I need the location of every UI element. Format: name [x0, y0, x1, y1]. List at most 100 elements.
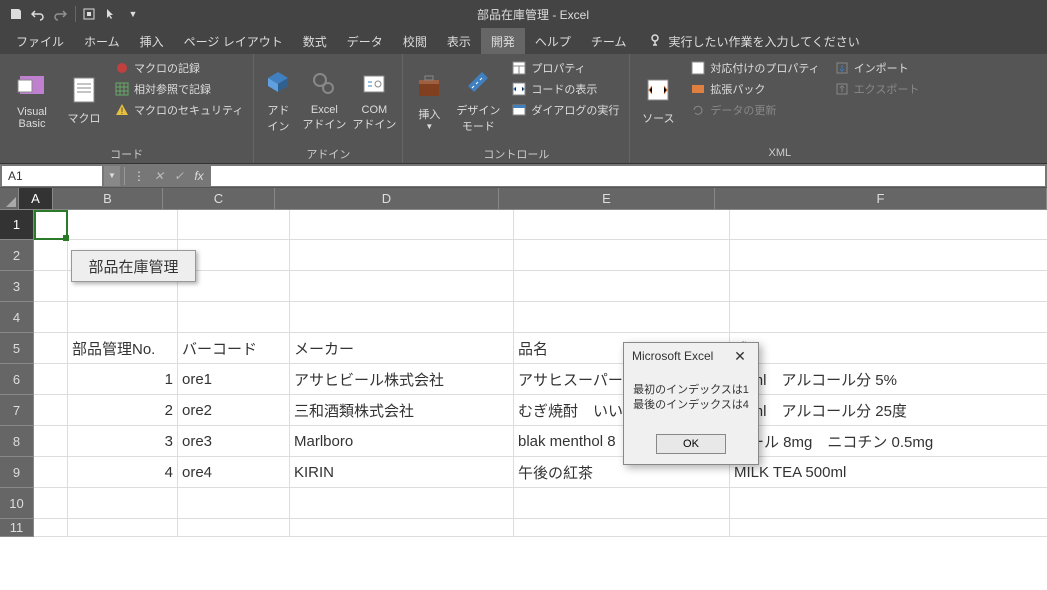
- cell[interactable]: [68, 519, 178, 537]
- row-header-5[interactable]: 5: [0, 333, 34, 364]
- cell[interactable]: KIRIN: [290, 457, 514, 488]
- com-addin-button[interactable]: COM アドイン: [350, 56, 398, 144]
- cell[interactable]: [514, 240, 730, 271]
- cell[interactable]: タール 8mg ニコチン 0.5mg: [730, 426, 1047, 457]
- close-icon[interactable]: ✕: [730, 346, 750, 366]
- cell[interactable]: ore1: [178, 364, 290, 395]
- cell[interactable]: [514, 271, 730, 302]
- cell[interactable]: [514, 488, 730, 519]
- row-header-10[interactable]: 10: [0, 488, 34, 519]
- cell[interactable]: [290, 210, 514, 240]
- cell[interactable]: ore4: [178, 457, 290, 488]
- insert-control-button[interactable]: 挿入▼: [407, 56, 451, 144]
- cell[interactable]: [34, 395, 68, 426]
- col-header-B[interactable]: B: [53, 188, 163, 210]
- cell[interactable]: アサヒビール株式会社: [290, 364, 514, 395]
- cell[interactable]: [730, 271, 1047, 302]
- tab-数式[interactable]: 数式: [293, 28, 337, 54]
- cell[interactable]: [730, 302, 1047, 333]
- qat-dropdown-icon[interactable]: ▼: [123, 4, 143, 24]
- cell[interactable]: [178, 519, 290, 537]
- cell[interactable]: 2: [68, 395, 178, 426]
- cell[interactable]: [514, 302, 730, 333]
- row-header-11[interactable]: 11: [0, 519, 34, 537]
- cell[interactable]: 三和酒類株式会社: [290, 395, 514, 426]
- cell[interactable]: 部品管理No.: [68, 333, 178, 364]
- cell[interactable]: メーカー: [290, 333, 514, 364]
- touch-mode-icon[interactable]: [79, 4, 99, 24]
- cell[interactable]: [34, 271, 68, 302]
- tab-チーム[interactable]: チーム: [581, 28, 637, 54]
- cell[interactable]: 3: [68, 426, 178, 457]
- cell[interactable]: [34, 364, 68, 395]
- cell[interactable]: [178, 488, 290, 519]
- cell[interactable]: [34, 488, 68, 519]
- cell[interactable]: [730, 519, 1047, 537]
- row-header-1[interactable]: 1: [0, 210, 34, 240]
- row-header-7[interactable]: 7: [0, 395, 34, 426]
- cancel-formula-icon[interactable]: ✕: [149, 166, 169, 186]
- col-header-C[interactable]: C: [163, 188, 275, 210]
- formula-input[interactable]: [211, 166, 1045, 186]
- addin-button[interactable]: アド イン: [258, 56, 298, 144]
- cell[interactable]: バーコード: [178, 333, 290, 364]
- row-header-4[interactable]: 4: [0, 302, 34, 333]
- undo-icon[interactable]: [28, 4, 48, 24]
- source-button[interactable]: ソース: [634, 56, 682, 144]
- name-box-dropdown[interactable]: ▼: [104, 166, 120, 186]
- redo-icon[interactable]: [50, 4, 70, 24]
- row-header-9[interactable]: 9: [0, 457, 34, 488]
- cell[interactable]: [68, 210, 178, 240]
- select-all-corner[interactable]: [0, 188, 19, 210]
- cell[interactable]: 00ml アルコール分 5%: [730, 364, 1047, 395]
- cell[interactable]: 4: [68, 457, 178, 488]
- cell[interactable]: [730, 210, 1047, 240]
- cell[interactable]: [514, 519, 730, 537]
- record-macro-button[interactable]: マクロの記録: [110, 58, 247, 78]
- import-button[interactable]: インポート: [830, 58, 924, 78]
- row-header-3[interactable]: 3: [0, 271, 34, 302]
- ok-button[interactable]: OK: [656, 434, 726, 454]
- cursor-icon[interactable]: [101, 4, 121, 24]
- col-header-F[interactable]: F: [715, 188, 1047, 210]
- cell[interactable]: MILK TEA 500ml: [730, 457, 1047, 488]
- tell-me[interactable]: 実行したい作業を入力してください: [649, 33, 860, 50]
- cell[interactable]: [290, 271, 514, 302]
- run-dialog-button[interactable]: ダイアログの実行: [507, 100, 623, 120]
- row-header-2[interactable]: 2: [0, 240, 34, 271]
- cell[interactable]: [290, 240, 514, 271]
- visual-basic-button[interactable]: Visual Basic: [4, 56, 60, 144]
- embedded-macro-button[interactable]: 部品在庫管理: [71, 250, 196, 282]
- cell[interactable]: [730, 240, 1047, 271]
- tab-挿入[interactable]: 挿入: [130, 28, 174, 54]
- cell[interactable]: [34, 302, 68, 333]
- cell[interactable]: 00ml アルコール分 25度: [730, 395, 1047, 426]
- cell[interactable]: [178, 302, 290, 333]
- cell[interactable]: 式: [730, 333, 1047, 364]
- row-header-8[interactable]: 8: [0, 426, 34, 457]
- tab-開発[interactable]: 開発: [481, 28, 525, 54]
- tab-ヘルプ[interactable]: ヘルプ: [525, 28, 581, 54]
- cell[interactable]: [290, 302, 514, 333]
- cell[interactable]: [514, 210, 730, 240]
- tab-ページ レイアウト[interactable]: ページ レイアウト: [174, 28, 293, 54]
- tab-データ[interactable]: データ: [337, 28, 393, 54]
- tab-ファイル[interactable]: ファイル: [6, 28, 74, 54]
- cell[interactable]: [290, 488, 514, 519]
- design-mode-button[interactable]: デザイン モード: [453, 56, 503, 144]
- cell[interactable]: [34, 426, 68, 457]
- cell[interactable]: [34, 240, 68, 271]
- col-header-D[interactable]: D: [275, 188, 499, 210]
- tab-ホーム[interactable]: ホーム: [74, 28, 130, 54]
- expansion-button[interactable]: 拡張パック: [686, 79, 823, 99]
- excel-addin-button[interactable]: Excel アドイン: [300, 56, 348, 144]
- map-props-button[interactable]: 対応付けのプロパティ: [686, 58, 823, 78]
- cell[interactable]: [290, 519, 514, 537]
- cell[interactable]: [34, 333, 68, 364]
- cell[interactable]: [730, 488, 1047, 519]
- cell[interactable]: [68, 302, 178, 333]
- tab-表示[interactable]: 表示: [437, 28, 481, 54]
- cell[interactable]: [68, 488, 178, 519]
- relative-ref-button[interactable]: 相対参照で記録: [110, 79, 247, 99]
- cell[interactable]: ore2: [178, 395, 290, 426]
